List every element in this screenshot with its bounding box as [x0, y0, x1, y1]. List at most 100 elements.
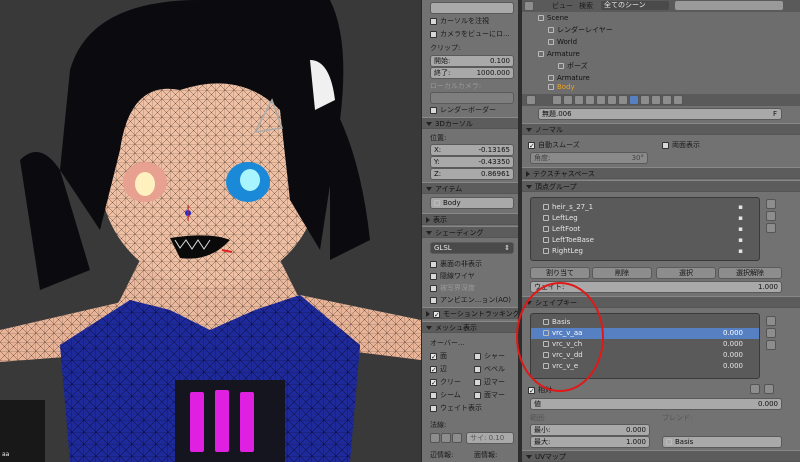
vertex-groups-header[interactable]: 頂点グループ: [522, 180, 800, 192]
crease-row[interactable]: クリー: [430, 376, 474, 388]
list-item[interactable]: LeftToeBase ▪: [531, 235, 759, 246]
sharp-checkbox[interactable]: [474, 352, 481, 360]
clip-end-field[interactable]: 終了: 1000.000: [430, 67, 514, 79]
motion-tracking-checkbox[interactable]: [433, 310, 440, 318]
ao-checkbox[interactable]: [430, 296, 437, 304]
list-item[interactable]: Basis: [531, 317, 759, 328]
lock-icon[interactable]: ▪: [738, 246, 743, 257]
bevel-checkbox[interactable]: [474, 365, 481, 373]
face-mark-row[interactable]: 面マー: [474, 389, 518, 401]
render-border-checkbox[interactable]: [430, 106, 437, 114]
tree-item-scene[interactable]: Scene: [538, 13, 568, 23]
top-field[interactable]: [430, 2, 514, 14]
lock-camera-row[interactable]: カーソルを注視: [430, 15, 518, 27]
outliner-search-input[interactable]: [674, 0, 784, 11]
list-item-selected[interactable]: vrc_v_aa 0.000: [531, 328, 759, 339]
pin-shape-button[interactable]: [750, 384, 760, 394]
backface-checkbox[interactable]: [430, 260, 437, 268]
object-tab-icon[interactable]: [596, 95, 606, 105]
add-vertex-group-button[interactable]: [766, 199, 776, 209]
scene-selector[interactable]: 全てのシーン: [600, 0, 670, 11]
layers-tab-icon[interactable]: [563, 95, 573, 105]
face-checkbox[interactable]: [430, 352, 437, 360]
modifiers-tab-icon[interactable]: [618, 95, 628, 105]
physics-tab-icon[interactable]: [673, 95, 683, 105]
list-item[interactable]: vrc_v_ch 0.000: [531, 339, 759, 350]
cursor-panel-header[interactable]: 3Dカーソル: [422, 117, 518, 129]
menu-search[interactable]: 検索: [579, 0, 593, 12]
item-panel-header[interactable]: アイテム: [422, 182, 518, 194]
min-field[interactable]: 最小: 0.000: [530, 424, 650, 436]
max-field[interactable]: 最大: 1.000: [530, 436, 650, 448]
cursor-x-field[interactable]: X: -0.13165: [430, 144, 514, 156]
list-item[interactable]: LeftFoot ▪: [531, 224, 759, 235]
hidden-wire-checkbox[interactable]: [430, 272, 437, 280]
shading-mode-select[interactable]: GLSL ⇕: [430, 242, 514, 254]
vertex-groups-list[interactable]: heir_s_27_1 ▪ LeftLeg ▪ LeftFoot ▪ LeftToeB…: [530, 197, 760, 261]
vertex-group-menu-button[interactable]: [766, 223, 776, 233]
render-tab-icon[interactable]: [552, 95, 562, 105]
weight-display-row[interactable]: ウェイト表示: [430, 402, 518, 414]
list-item-value[interactable]: 0.000: [723, 350, 743, 361]
tree-item-pose[interactable]: ポーズ: [558, 61, 588, 71]
tree-item-render-layers[interactable]: レンダーレイヤー: [548, 25, 613, 35]
relative-checkbox[interactable]: [528, 386, 535, 394]
list-item-value[interactable]: 0.000: [723, 339, 743, 350]
data-tab-icon[interactable]: [629, 95, 639, 105]
face-normals-button[interactable]: [452, 433, 462, 443]
hidden-wire-row[interactable]: 隠線ワイヤ: [430, 270, 518, 282]
edge-checkbox[interactable]: [430, 365, 437, 373]
tree-item-armature[interactable]: Armature: [538, 49, 580, 59]
add-shape-key-button[interactable]: [766, 316, 776, 326]
lock-camera-checkbox[interactable]: [430, 17, 437, 25]
camera-to-view-row[interactable]: カメラをビューにロ...: [430, 28, 518, 40]
remove-button[interactable]: 削除: [592, 267, 652, 279]
scene-tab-icon[interactable]: [574, 95, 584, 105]
3d-viewport[interactable]: aa: [0, 0, 421, 462]
shape-keys-header[interactable]: シェイプキー: [522, 296, 800, 308]
loop-normals-button[interactable]: [441, 433, 451, 443]
normals-panel-header[interactable]: ノーマル: [522, 123, 800, 135]
clip-start-field[interactable]: 開始: 0.100: [430, 55, 514, 67]
angle-field[interactable]: 角度: 30°: [530, 152, 648, 164]
edit-mode-shape-button[interactable]: [764, 384, 774, 394]
list-item[interactable]: LeftLeg ▪: [531, 213, 759, 224]
cursor-y-field[interactable]: Y: -0.43350: [430, 156, 514, 168]
auto-smooth-checkbox[interactable]: [528, 141, 535, 149]
shape-keys-list[interactable]: Basis vrc_v_aa 0.000 vrc_v_ch 0.000 vrc_v_…: [530, 313, 760, 379]
mesh-display-header[interactable]: メッシュ表示: [422, 321, 518, 333]
double-sided-checkbox[interactable]: [662, 141, 669, 149]
lock-icon[interactable]: ▪: [738, 235, 743, 246]
tree-item-body[interactable]: Body: [548, 82, 575, 92]
shape-value-field[interactable]: 値 0.000: [530, 398, 782, 410]
seam-row[interactable]: シーム: [430, 389, 474, 401]
render-border-row[interactable]: レンダーボーダー: [430, 104, 518, 116]
list-item-value[interactable]: 0.000: [723, 361, 743, 372]
lock-icon[interactable]: ▪: [738, 224, 743, 235]
editor-type-icon[interactable]: [524, 1, 534, 11]
select-button[interactable]: 選択: [656, 267, 716, 279]
relative-row[interactable]: 相対: [528, 384, 728, 396]
ao-row[interactable]: アンビエン...ョン(AO): [430, 294, 518, 306]
assign-button[interactable]: 割り当て: [530, 267, 590, 279]
camera-to-view-checkbox[interactable]: [430, 30, 437, 38]
seam-checkbox[interactable]: [430, 391, 437, 399]
list-item[interactable]: vrc_v_dd 0.000: [531, 350, 759, 361]
lock-icon[interactable]: ▪: [738, 202, 743, 213]
list-item-value[interactable]: 0.000: [723, 328, 743, 339]
double-sided-row[interactable]: 両面表示: [662, 139, 800, 151]
edge-mark-row[interactable]: 辺マー: [474, 376, 518, 388]
world-tab-icon[interactable]: [585, 95, 595, 105]
vertex-normals-button[interactable]: [430, 433, 440, 443]
face-row[interactable]: 面: [430, 350, 474, 362]
constraints-tab-icon[interactable]: [607, 95, 617, 105]
item-name-field[interactable]: Body: [430, 197, 514, 209]
texture-space-header[interactable]: テクスチャスペース: [522, 167, 800, 179]
texture-tab-icon[interactable]: [651, 95, 661, 105]
tree-item-world[interactable]: World: [548, 37, 577, 47]
uv-maps-header[interactable]: UVマップ: [522, 450, 800, 462]
mesh-fake-user[interactable]: F: [773, 109, 777, 119]
list-item[interactable]: heir_s_27_1 ▪: [531, 202, 759, 213]
normal-size-field[interactable]: サイ: 0.10: [466, 432, 514, 444]
crease-checkbox[interactable]: [430, 378, 437, 386]
